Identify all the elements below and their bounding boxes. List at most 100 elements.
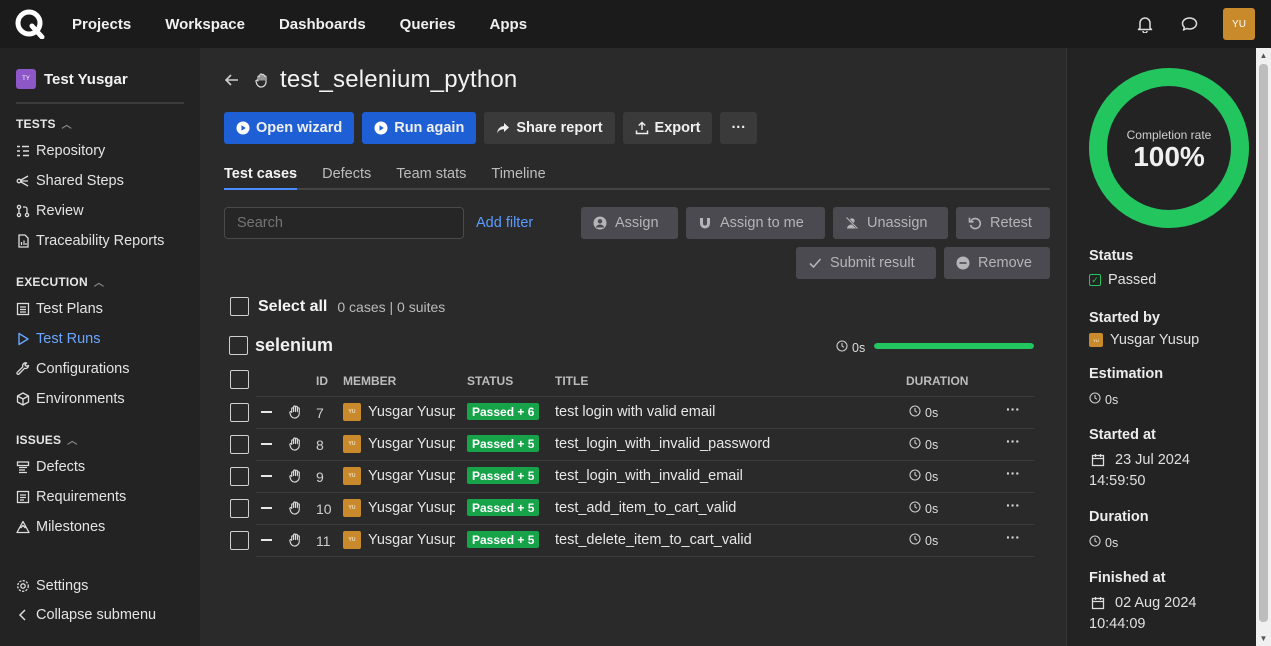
table-row[interactable]: 9 YU Yusgar Yusup Passed + 5 test_login_with… [229, 460, 1034, 492]
sidebar-item-shared-steps[interactable]: Shared Steps [16, 173, 124, 189]
collapse-submenu-button[interactable]: Collapse submenu [16, 607, 156, 623]
table-row[interactable]: 11 YU Yusgar Yusup Passed + 5 test_delete_it… [229, 524, 1034, 556]
open-wizard-button[interactable]: Open wizard [224, 112, 355, 144]
hand-icon [288, 500, 303, 515]
scroll-down-arrow-icon[interactable]: ▼ [1256, 631, 1271, 646]
run-again-button[interactable]: Run again [362, 112, 477, 144]
retest-button[interactable]: Retest [956, 207, 1050, 239]
table-row[interactable]: 8 YU Yusgar Yusup Passed + 5 test_login_with… [229, 428, 1034, 460]
row-more-button[interactable]: ··· [1006, 497, 1020, 513]
column-member[interactable]: MEMBER [343, 374, 396, 388]
assign-button[interactable]: Assign [581, 207, 678, 239]
export-button[interactable]: Export [622, 112, 713, 144]
scroll-up-arrow-icon[interactable]: ▲ [1256, 48, 1271, 63]
nav-queries[interactable]: Queries [400, 16, 456, 33]
row-checkbox[interactable] [230, 467, 249, 486]
share-report-button[interactable]: Share report [484, 112, 615, 144]
sidebar-item-test-plans[interactable]: Test Plans [16, 301, 103, 317]
run-again-label: Run again [394, 120, 465, 136]
row-title[interactable]: test_add_item_to_cart_valid [555, 500, 736, 516]
tab-defects[interactable]: Defects [322, 166, 371, 190]
sidebar-item-requirements[interactable]: Requirements [16, 489, 126, 505]
row-checkbox[interactable] [230, 403, 249, 422]
status-badge[interactable]: Passed + 5 [467, 435, 540, 452]
avatar: YU [343, 403, 361, 421]
minus-icon[interactable] [261, 507, 272, 509]
column-duration[interactable]: DURATION [906, 374, 968, 388]
chat-bubble-icon[interactable] [1179, 14, 1199, 34]
tab-timeline[interactable]: Timeline [491, 166, 545, 190]
minus-icon[interactable] [261, 475, 272, 477]
section-execution[interactable]: EXECUTION ︿ [16, 274, 104, 290]
upload-icon [635, 121, 649, 135]
avatar: YU [343, 531, 361, 549]
search-input[interactable] [224, 207, 464, 239]
workspace-switcher[interactable]: TY Test Yusgar [16, 69, 128, 89]
unassign-button[interactable]: Unassign [833, 207, 948, 239]
row-duration-value: 0s [925, 533, 939, 548]
row-title[interactable]: test_delete_item_to_cart_valid [555, 532, 752, 548]
row-more-button[interactable]: ··· [1006, 401, 1020, 417]
nav-apps[interactable]: Apps [490, 16, 528, 33]
arrow-left-icon[interactable] [224, 72, 240, 88]
scroll-thumb[interactable] [1259, 64, 1268, 622]
more-options-button[interactable]: ··· [720, 112, 757, 144]
table-row[interactable]: 7 YU Yusgar Yusup Passed + 6 test login with… [229, 396, 1034, 428]
row-title[interactable]: test_login_with_invalid_password [555, 436, 770, 452]
sidebar-item-environments[interactable]: Environments [16, 391, 125, 407]
assign-to-me-button[interactable]: Assign to me [686, 207, 825, 239]
status-badge[interactable]: Passed + 5 [467, 499, 540, 516]
status-badge[interactable]: Passed + 5 [467, 531, 540, 548]
sidebar-item-repository[interactable]: Repository [16, 143, 105, 159]
row-more-button[interactable]: ··· [1006, 433, 1020, 449]
row-checkbox[interactable] [230, 531, 249, 550]
sidebar-item-traceability-reports[interactable]: Traceability Reports [16, 233, 164, 249]
nav-dashboards[interactable]: Dashboards [279, 16, 366, 33]
vertical-scrollbar[interactable]: ▲ ▼ [1256, 48, 1271, 646]
section-issues[interactable]: ISSUES ︿ [16, 432, 77, 448]
q-logo-icon[interactable] [15, 9, 45, 39]
share-arrow-icon [496, 121, 510, 135]
sidebar-item-test-runs[interactable]: Test Runs [16, 331, 100, 347]
nav-workspace[interactable]: Workspace [165, 16, 245, 33]
add-filter-link[interactable]: Add filter [476, 215, 533, 231]
sidebar-item-review[interactable]: Review [16, 203, 84, 219]
column-status[interactable]: STATUS [467, 374, 513, 388]
table-row[interactable]: 10 YU Yusgar Yusup Passed + 5 test_add_item_… [229, 492, 1034, 524]
section-tests[interactable]: TESTS ︿ [16, 116, 72, 132]
minus-icon[interactable] [261, 411, 272, 413]
row-checkbox[interactable] [230, 499, 249, 518]
started-at-row: 23 Jul 2024 [1089, 452, 1190, 468]
workspace-name: Test Yusgar [44, 70, 128, 88]
suite-checkbox[interactable] [229, 336, 248, 355]
row-more-button[interactable]: ··· [1006, 529, 1020, 545]
remove-button[interactable]: Remove [944, 247, 1050, 279]
minus-icon[interactable] [261, 539, 272, 541]
check-square-icon: ✓ [1089, 274, 1101, 286]
clock-icon [1089, 535, 1101, 550]
minus-icon[interactable] [261, 443, 272, 445]
select-all-checkbox[interactable] [230, 297, 249, 316]
column-id[interactable]: ID [316, 374, 328, 388]
sidebar-item-milestones[interactable]: Milestones [16, 519, 105, 535]
sidebar-item-defects[interactable]: Defects [16, 459, 85, 475]
sidebar-item-settings[interactable]: Settings [16, 578, 88, 594]
row-more-button[interactable]: ··· [1006, 465, 1020, 481]
row-checkbox[interactable] [230, 435, 249, 454]
bell-icon[interactable] [1135, 14, 1155, 34]
user-avatar[interactable]: YU [1223, 8, 1255, 40]
document-chart-icon [16, 234, 30, 248]
status-badge[interactable]: Passed + 5 [467, 467, 540, 484]
column-title[interactable]: TITLE [555, 374, 588, 388]
row-divider [256, 524, 1034, 525]
row-title[interactable]: test login with valid email [555, 404, 715, 420]
status-badge[interactable]: Passed + 6 [467, 403, 540, 420]
nav-projects[interactable]: Projects [72, 16, 131, 33]
sidebar-item-configurations[interactable]: Configurations [16, 361, 130, 377]
row-title[interactable]: test_login_with_invalid_email [555, 468, 743, 484]
tab-team-stats[interactable]: Team stats [396, 166, 466, 190]
tab-test-cases[interactable]: Test cases [224, 166, 298, 190]
header-checkbox[interactable] [230, 370, 249, 389]
selection-count: 0 cases | 0 suites [337, 298, 446, 315]
submit-result-button[interactable]: Submit result [796, 247, 936, 279]
